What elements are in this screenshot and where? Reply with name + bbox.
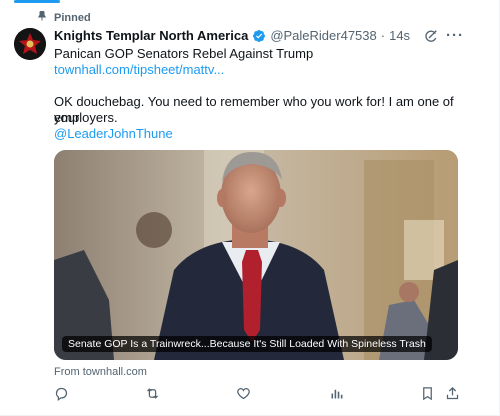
share-icon[interactable] [445,386,460,401]
action-bar [54,386,464,406]
tweet-header: Knights Templar North America @PaleRider… [54,28,410,43]
reply-icon[interactable] [54,386,69,401]
pinned-indicator: Pinned [36,10,91,25]
card-source[interactable]: From townhall.com [54,366,147,378]
user-handle[interactable]: @PaleRider47538 [270,28,376,43]
tweet-body-line: employers. [54,110,118,125]
avatar[interactable] [14,28,46,60]
retweet-icon[interactable] [145,386,160,401]
separator-dot: · [380,28,386,43]
pinned-label: Pinned [54,11,91,24]
views-icon[interactable] [329,386,344,401]
pin-icon [36,10,48,25]
link-card[interactable]: Senate GOP Is a Trainwreck...Because It'… [54,150,458,360]
article-link[interactable]: townhall.com/tipsheet/mattv... [54,62,464,78]
tab-indicator [14,0,60,3]
mention-link[interactable]: @LeaderJohnThune [54,126,464,142]
display-name[interactable]: Knights Templar North America [54,28,248,43]
card-title: Senate GOP Is a Trainwreck...Because It'… [62,336,432,352]
timestamp[interactable]: 14s [389,28,410,43]
bookmark-icon[interactable] [420,386,435,401]
tweet-container[interactable]: Pinned Knights Templar North America @Pa… [0,0,500,416]
like-icon[interactable] [236,386,251,401]
verified-badge-icon [252,29,266,43]
tweet-title-line: Panican GOP Senators Rebel Against Trump [54,46,314,61]
card-image [54,150,458,360]
grok-icon[interactable] [423,28,439,44]
more-icon[interactable]: ··· [446,27,464,44]
